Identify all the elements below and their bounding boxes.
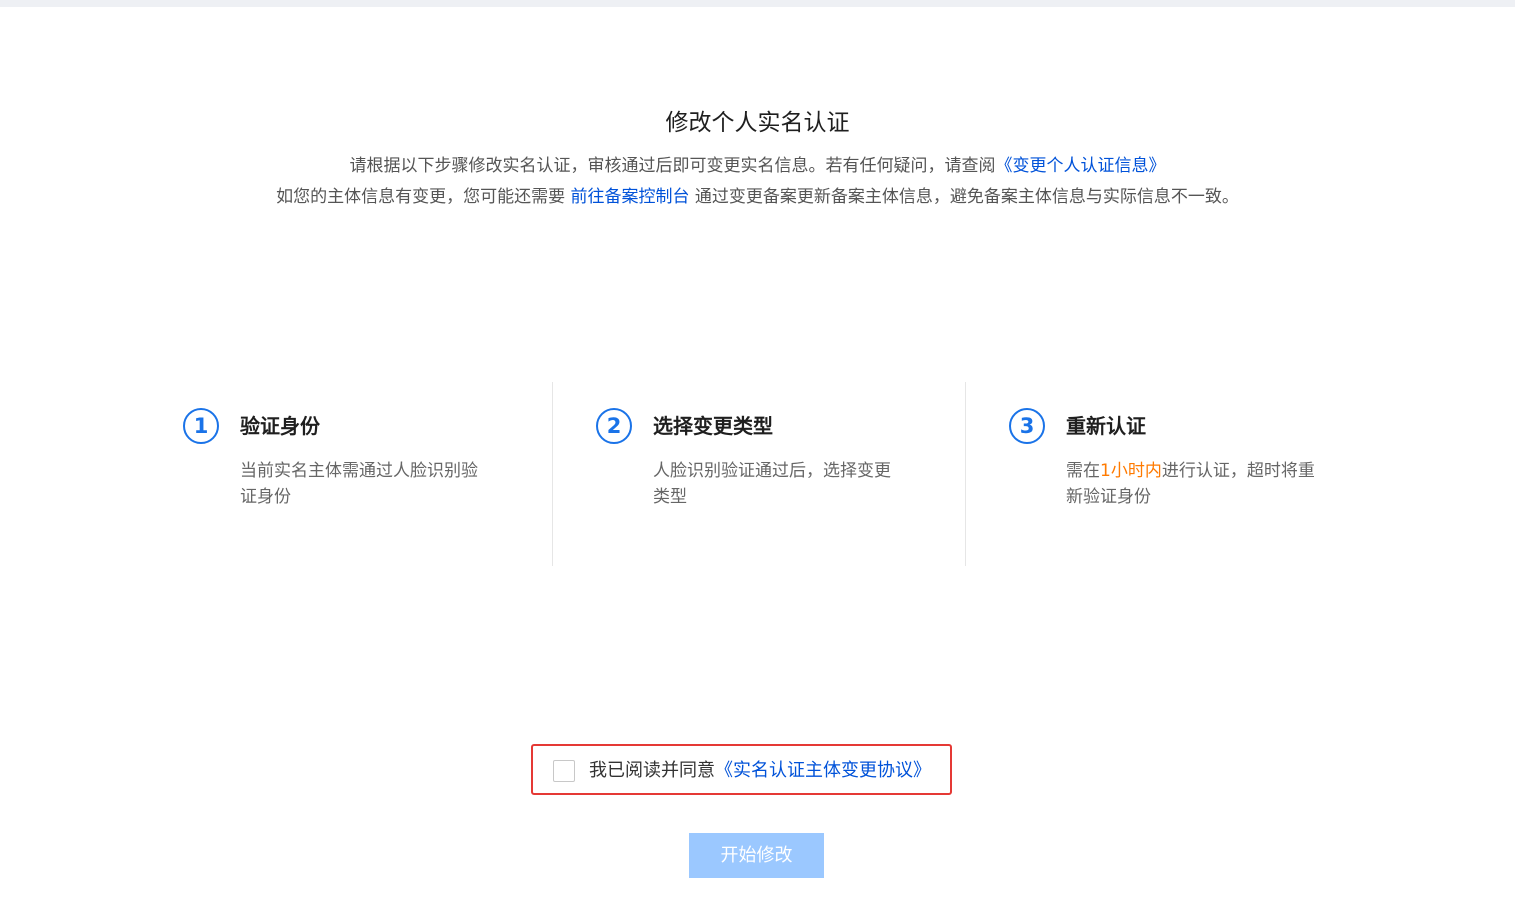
step-desc-1: 当前实名主体需通过人脸识别验证身份 [240, 461, 478, 507]
step-title-1: 验证身份 [240, 414, 320, 438]
intro-line-2: 如您的主体信息有变更，您可能还需要 前往备案控制台 通过变更备案更新备案主体信息… [0, 185, 1515, 209]
page-title: 修改个人实名认证 [665, 110, 850, 136]
step-title-3: 重新认证 [1066, 414, 1146, 438]
step-verify-identity: 1 验证身份 当前实名主体需通过人脸识别验证身份 [140, 382, 552, 566]
steps: 1 验证身份 当前实名主体需通过人脸识别验证身份 2 选择变更类型 人脸识别验证… [140, 382, 1380, 566]
change-personal-info-link[interactable]: 《变更个人认证信息》 [996, 156, 1166, 176]
step-desc-3-prefix: 需在 [1066, 461, 1100, 481]
step-desc-2: 人脸识别验证通过后，选择变更类型 [653, 461, 891, 507]
top-strip [0, 0, 1515, 7]
intro-line-1-text: 请根据以下步骤修改实名认证，审核通过后即可变更实名信息。若有任何疑问，请查阅 [349, 156, 996, 176]
step-number-3: 3 [1009, 408, 1045, 444]
intro-line-2-prefix: 如您的主体信息有变更，您可能还需要 [276, 187, 571, 207]
intro-line-1: 请根据以下步骤修改实名认证，审核通过后即可变更实名信息。若有任何疑问，请查阅《变… [0, 154, 1515, 178]
step-desc-3: 需在1小时内进行认证，超时将重新验证身份 [1066, 458, 1316, 510]
agreement-label: 我已阅读并同意《实名认证主体变更协议》 [589, 758, 931, 784]
agreement-checkbox[interactable] [553, 760, 575, 782]
intro-line-2-suffix: 通过变更备案更新备案主体信息，避免备案主体信息与实际信息不一致。 [689, 187, 1239, 207]
step-number-2: 2 [596, 408, 632, 444]
step-title-2: 选择变更类型 [653, 414, 773, 438]
step-number-1: 1 [183, 408, 219, 444]
agreement-box: 我已阅读并同意《实名认证主体变更协议》 [531, 744, 952, 795]
start-modify-button[interactable]: 开始修改 [689, 833, 824, 878]
step-re-certify: 3 重新认证 需在1小时内进行认证，超时将重新验证身份 [966, 382, 1380, 566]
time-limit-highlight: 1小时内 [1100, 461, 1162, 481]
step-select-change-type: 2 选择变更类型 人脸识别验证通过后，选择变更类型 [553, 382, 965, 566]
agreement-link[interactable]: 《实名认证主体变更协议》 [715, 760, 931, 781]
agreement-text: 我已阅读并同意 [589, 760, 715, 781]
filing-console-link[interactable]: 前往备案控制台 [571, 187, 690, 207]
